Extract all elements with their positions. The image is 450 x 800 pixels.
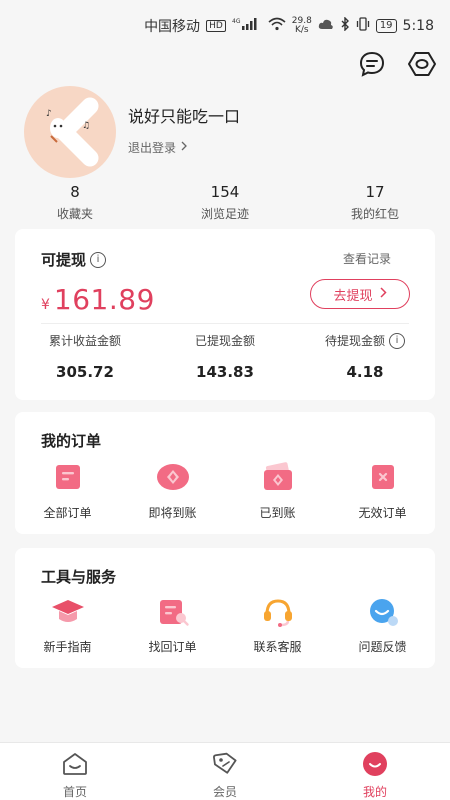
network-speed: 29.8 K/s bbox=[291, 16, 312, 35]
summary-label: 累计收益金额 bbox=[48, 334, 121, 348]
earnings-summary: 累计收益金额 305.72 已提现金额 143.83 待提现金额 i 4.18 bbox=[15, 332, 435, 381]
carrier-name: 中国移动 bbox=[144, 19, 201, 35]
svg-text:♫: ♫ bbox=[82, 121, 90, 131]
tool-label: 新手指南 bbox=[43, 640, 92, 654]
chevron-right-icon bbox=[180, 140, 188, 154]
withdraw-title: 可提现 bbox=[41, 251, 87, 269]
chat-bubble-icon bbox=[363, 595, 403, 629]
balance-amount: 161.89 bbox=[53, 283, 155, 316]
headset-icon bbox=[258, 595, 298, 629]
svg-text:♪: ♪ bbox=[46, 109, 52, 119]
hd-badge: HD bbox=[206, 20, 226, 32]
logout-link[interactable]: 退出登录 bbox=[128, 139, 240, 156]
summary-value: 4.18 bbox=[346, 363, 384, 381]
tool-find-order[interactable]: 找回订单 bbox=[120, 595, 225, 655]
logout-label: 退出登录 bbox=[128, 140, 177, 155]
stat-value: 154 bbox=[210, 183, 240, 201]
summary-value: 305.72 bbox=[56, 363, 114, 381]
invalid-order-icon bbox=[363, 460, 403, 494]
stat-value: 8 bbox=[70, 183, 80, 201]
orders-card: 我的订单 全部订单 即将到账 已到账 无效订单 bbox=[15, 412, 435, 534]
tools-card: 工具与服务 新手指南 找回订单 联系客服 问题反馈 bbox=[15, 548, 435, 668]
order-all[interactable]: 全部订单 bbox=[15, 460, 120, 521]
section-title: 工具与服务 bbox=[41, 568, 117, 586]
profile-icon bbox=[362, 751, 388, 777]
bluetooth-icon bbox=[340, 16, 350, 35]
message-icon[interactable] bbox=[358, 50, 386, 78]
stats-row: 8 收藏夹 154 浏览足迹 17 我的红包 bbox=[0, 183, 450, 222]
order-label: 即将到账 bbox=[148, 506, 197, 520]
clock: 5:18 bbox=[402, 18, 434, 34]
home-icon bbox=[62, 751, 88, 777]
svg-text:4G: 4G bbox=[232, 18, 241, 25]
all-orders-icon bbox=[48, 460, 88, 494]
currency-symbol: ¥ bbox=[41, 297, 50, 313]
order-label: 全部订单 bbox=[43, 506, 92, 520]
cloud-icon bbox=[318, 18, 334, 34]
stat-label: 我的红包 bbox=[350, 207, 399, 221]
order-invalid[interactable]: 无效订单 bbox=[330, 460, 435, 521]
settings-icon[interactable] bbox=[408, 50, 436, 78]
summary-value: 143.83 bbox=[196, 363, 254, 381]
stat-history[interactable]: 154 浏览足迹 bbox=[150, 183, 300, 222]
tag-icon bbox=[212, 751, 238, 777]
nav-mine[interactable]: 我的 bbox=[300, 743, 450, 800]
status-bar: 中国移动 HD 4G 29.8 K/s 19 5:18 bbox=[0, 0, 450, 52]
tool-feedback[interactable]: 问题反馈 bbox=[330, 595, 435, 655]
orders-grid: 全部订单 即将到账 已到账 无效订单 bbox=[15, 460, 435, 521]
pending-amount: 待提现金额 i 4.18 bbox=[295, 332, 435, 381]
received-icon bbox=[258, 460, 298, 494]
vibrate-icon bbox=[356, 17, 370, 35]
stat-red-packets[interactable]: 17 我的红包 bbox=[300, 183, 450, 222]
nav-member[interactable]: 会员 bbox=[150, 743, 300, 800]
nav-home[interactable]: 首页 bbox=[0, 743, 150, 800]
withdraw-card: 可提现 i 查看记录 ¥ 161.89 去提现 累计收益金额 305.72 已提… bbox=[15, 229, 435, 400]
withdraw-button-label: 去提现 bbox=[333, 288, 373, 304]
nav-label: 首页 bbox=[62, 785, 87, 799]
graduation-cap-icon bbox=[48, 595, 88, 629]
tool-label: 找回订单 bbox=[148, 640, 197, 654]
withdrawable-balance: ¥ 161.89 bbox=[41, 283, 155, 316]
username: 说好只能吃一口 bbox=[128, 106, 241, 126]
withdraw-button[interactable]: 去提现 bbox=[310, 279, 410, 309]
withdrawn-amount: 已提现金额 143.83 bbox=[155, 332, 295, 381]
tool-label: 问题反馈 bbox=[358, 640, 407, 654]
bottom-nav: 首页 会员 我的 bbox=[0, 742, 450, 800]
stat-label: 浏览足迹 bbox=[200, 207, 249, 221]
stat-label: 收藏夹 bbox=[56, 207, 93, 221]
divider bbox=[41, 323, 409, 324]
nav-label: 我的 bbox=[362, 785, 387, 799]
summary-label: 已提现金额 bbox=[194, 334, 255, 348]
search-order-icon bbox=[153, 595, 193, 629]
pending-icon bbox=[153, 460, 193, 494]
order-received[interactable]: 已到账 bbox=[225, 460, 330, 521]
total-earnings: 累计收益金额 305.72 bbox=[15, 332, 155, 381]
stat-favorites[interactable]: 8 收藏夹 bbox=[0, 183, 150, 222]
tool-label: 联系客服 bbox=[253, 640, 302, 654]
tool-customer-service[interactable]: 联系客服 bbox=[225, 595, 330, 655]
summary-label: 待提现金额 bbox=[324, 334, 385, 348]
info-icon[interactable]: i bbox=[90, 251, 107, 268]
nav-label: 会员 bbox=[212, 785, 237, 799]
battery-indicator: 19 bbox=[375, 19, 397, 33]
tools-grid: 新手指南 找回订单 联系客服 问题反馈 bbox=[15, 595, 435, 655]
top-actions bbox=[358, 50, 436, 78]
avatar[interactable]: ♪ ♫ bbox=[24, 86, 116, 178]
order-label: 已到账 bbox=[259, 506, 296, 520]
stat-value: 17 bbox=[365, 183, 385, 201]
view-records-link[interactable]: 查看记录 bbox=[343, 250, 391, 267]
signal-icon: 4G bbox=[232, 17, 262, 35]
order-pending[interactable]: 即将到账 bbox=[120, 460, 225, 521]
avatar-illustration: ♪ ♫ bbox=[46, 97, 99, 167]
withdraw-header: 可提现 i bbox=[41, 249, 107, 270]
order-label: 无效订单 bbox=[358, 506, 407, 520]
wifi-icon bbox=[268, 17, 286, 35]
tool-guide[interactable]: 新手指南 bbox=[15, 595, 120, 655]
profile-header: ♪ ♫ 说好只能吃一口 退出登录 bbox=[24, 86, 240, 178]
info-icon[interactable]: i bbox=[389, 332, 405, 349]
section-title: 我的订单 bbox=[41, 432, 102, 450]
chevron-right-icon bbox=[379, 286, 387, 302]
